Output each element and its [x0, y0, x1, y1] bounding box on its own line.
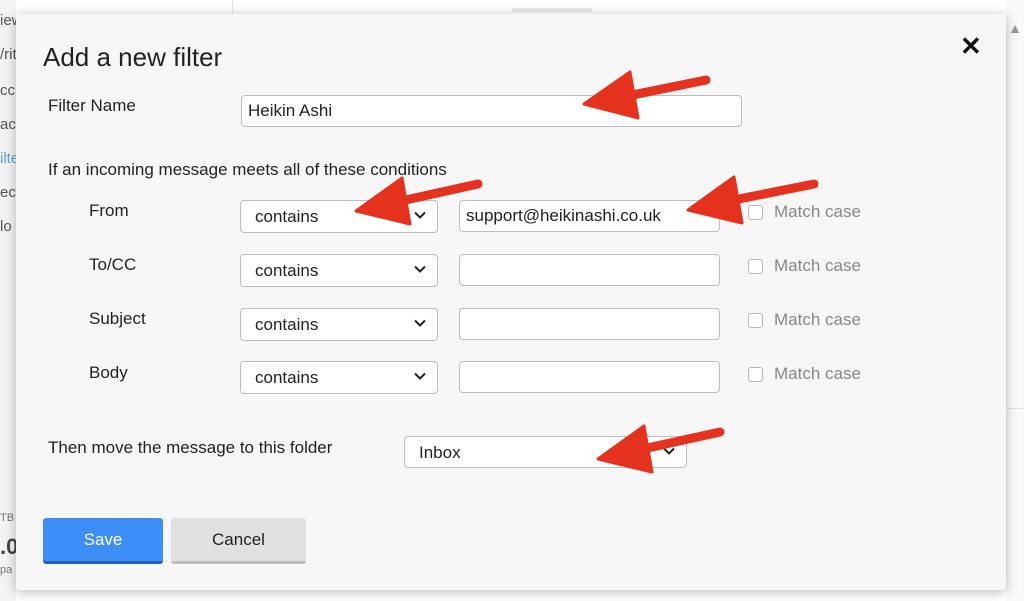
from-value-input[interactable] [459, 200, 720, 232]
body-match-case-checkbox[interactable]: Match case [748, 364, 861, 384]
folder-value: Inbox [419, 443, 461, 462]
filter-name-input[interactable] [241, 95, 742, 127]
background-fragment: ac [0, 116, 16, 133]
from-operator-value: contains [255, 207, 319, 226]
background-fragment: ec [0, 184, 16, 201]
match-case-label: Match case [774, 310, 861, 329]
background-scroll-area: ▲ [1006, 0, 1024, 601]
match-case-label: Match case [774, 202, 861, 221]
filter-name-label: Filter Name [48, 96, 136, 115]
cancel-button[interactable]: Cancel [171, 518, 306, 564]
from-operator-select[interactable]: contains [240, 200, 438, 233]
background-fragment: pa [0, 564, 13, 576]
background-sidebar: iew /rit cc ac ilte ec lo TB .0 pa [0, 0, 16, 601]
background-fragment: ilte [0, 150, 16, 167]
dialog-title: Add a new filter [43, 42, 223, 72]
tocc-value-input[interactable] [459, 254, 720, 286]
subject-operator-select[interactable]: contains [240, 308, 438, 341]
tocc-match-case-checkbox[interactable]: Match case [748, 256, 861, 276]
background-fragment: lo [0, 218, 12, 235]
conditions-heading: If an incoming message meets all of thes… [48, 160, 447, 179]
subject-value-input[interactable] [459, 308, 720, 340]
tocc-label: To/CC [89, 255, 137, 274]
from-label: From [89, 201, 129, 220]
tocc-operator-select[interactable]: contains [240, 254, 438, 287]
folder-label: Then move the message to this folder [48, 438, 333, 457]
match-case-label: Match case [774, 256, 861, 275]
background-fragment: /rit [0, 46, 16, 63]
checkbox-box[interactable] [748, 366, 763, 382]
background-toolbar [512, 8, 592, 12]
background-fragment: TB [0, 512, 15, 524]
body-value-input[interactable] [459, 361, 720, 393]
background-divider [1006, 408, 1024, 409]
chevron-down-icon [414, 211, 426, 219]
background-fragment: cc [0, 82, 15, 99]
checkbox-box[interactable] [748, 258, 763, 274]
subject-label: Subject [89, 309, 146, 328]
checkbox-box[interactable] [748, 204, 763, 220]
tocc-operator-value: contains [255, 261, 319, 280]
save-button[interactable]: Save [43, 518, 163, 564]
subject-operator-value: contains [255, 315, 319, 334]
checkbox-box[interactable] [748, 312, 763, 328]
match-case-label: Match case [774, 364, 861, 383]
background-fragment: .0 [0, 534, 16, 559]
body-operator-select[interactable]: contains [240, 361, 438, 394]
background-fragment: iew [0, 12, 16, 29]
subject-match-case-checkbox[interactable]: Match case [748, 310, 861, 330]
close-icon[interactable]: ✕ [960, 32, 982, 60]
chevron-down-icon [414, 372, 426, 380]
from-match-case-checkbox[interactable]: Match case [748, 202, 861, 222]
chevron-down-icon [414, 319, 426, 327]
body-operator-value: contains [255, 368, 319, 387]
chevron-down-icon [663, 447, 675, 455]
chevron-down-icon [414, 265, 426, 273]
add-filter-dialog: Add a new filter ✕ Filter Name If an inc… [16, 14, 1006, 590]
body-label: Body [89, 363, 128, 382]
background-divider [232, 0, 233, 14]
folder-select[interactable]: Inbox [404, 436, 687, 468]
scroll-up-icon[interactable]: ▲ [1008, 20, 1022, 36]
